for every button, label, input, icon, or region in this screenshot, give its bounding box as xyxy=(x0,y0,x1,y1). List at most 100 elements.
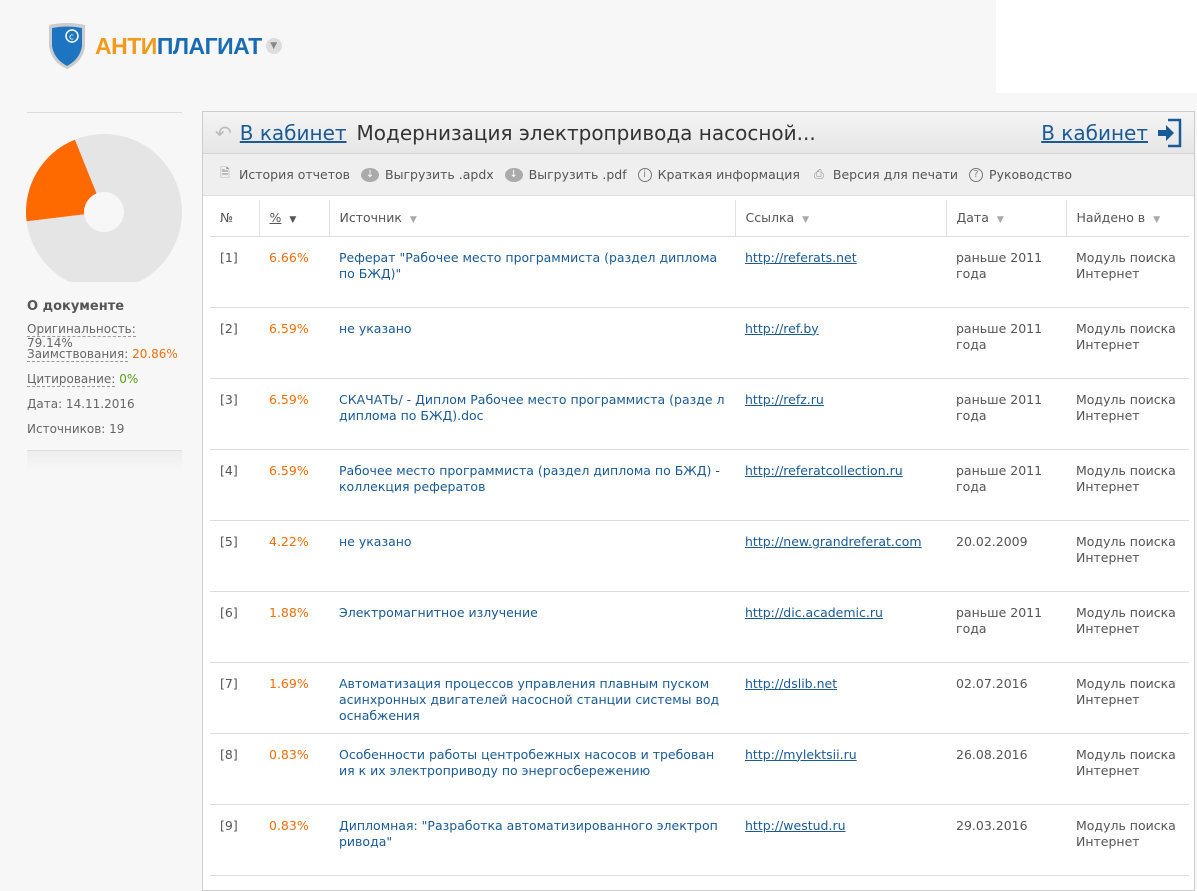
source-link[interactable]: http://new.grandreferat.com xyxy=(745,534,922,549)
row-link[interactable]: http://ref.by xyxy=(735,307,946,379)
row-percent: 6.59% xyxy=(259,449,329,521)
col-found-in[interactable]: Найдено в ▼ xyxy=(1066,200,1189,237)
row-link[interactable]: http://refz.ru xyxy=(735,378,946,450)
svg-text:c: c xyxy=(69,33,74,43)
shield-icon: c xyxy=(49,23,85,69)
summary-button[interactable]: i Краткая информация xyxy=(637,167,800,182)
sidebar-title: О документе xyxy=(27,299,125,314)
source-link[interactable]: http://dslib.net xyxy=(745,676,837,691)
blank-area xyxy=(996,0,1197,93)
row-found-in: Модуль поиска Интернет xyxy=(1066,662,1189,734)
row-date: раньше 2011 года xyxy=(946,307,1066,379)
document-icon: 🗎 xyxy=(220,166,230,180)
cabinet-link[interactable]: В кабинет xyxy=(1041,121,1148,145)
row-date: раньше 2011 года xyxy=(946,591,1066,663)
source-link[interactable]: http://refz.ru xyxy=(745,392,824,407)
row-number: [6] xyxy=(210,591,259,663)
row-source[interactable]: Рабочее место программиста (раздел дипло… xyxy=(329,449,735,521)
row-link[interactable]: http://referatcollection.ru xyxy=(735,449,946,521)
row-source[interactable]: Особенности работы центробежных насосов … xyxy=(329,733,735,805)
citation-label[interactable]: Цитирование: xyxy=(27,372,116,387)
row-link[interactable]: http://mylektsii.ru xyxy=(735,733,946,805)
row-percent: 6.66% xyxy=(259,236,329,308)
back-to-cabinet-link[interactable]: В кабинет xyxy=(240,121,347,145)
chevron-down-icon[interactable]: ▼ xyxy=(265,38,282,54)
sort-desc-icon: ▼ xyxy=(289,215,297,226)
row-number: [1] xyxy=(210,236,259,308)
row-source[interactable]: не указано xyxy=(329,520,735,592)
citation-value: 0% xyxy=(119,372,139,386)
back-arrow-icon[interactable]: ↶ xyxy=(215,121,232,145)
row-link[interactable]: http://referats.net xyxy=(735,236,946,308)
row-percent: 6.59% xyxy=(259,307,329,379)
cloud-download-icon: ↓ xyxy=(504,167,523,182)
row-source[interactable]: СКАЧАТЬ/ - Диплом Рабочее место программ… xyxy=(329,378,735,450)
sources-table: № % ▼ Источник ▼ Ссылка ▼ Дата ▼ Найдено в ▼ … xyxy=(210,200,1189,876)
col-date[interactable]: Дата ▼ xyxy=(946,200,1067,237)
row-source[interactable]: Дипломная: "Разработка автоматизированно… xyxy=(329,804,735,876)
col-source[interactable]: Источник ▼ xyxy=(329,200,736,237)
col-link[interactable]: Ссылка ▼ xyxy=(735,200,947,237)
sources-row: Источников: 19 xyxy=(27,422,125,436)
sort-icon: ▼ xyxy=(1153,215,1161,226)
row-source[interactable]: не указано xyxy=(329,307,735,379)
table-row[interactable]: [9] 0.83% Дипломная: "Разработка автоматиз… xyxy=(210,804,1189,876)
source-link[interactable]: http://dic.academic.ru xyxy=(745,605,883,620)
row-link[interactable]: http://dic.academic.ru xyxy=(735,591,946,663)
row-source[interactable]: Электромагнитное излучение xyxy=(329,591,735,663)
row-link[interactable]: http://westud.ru xyxy=(735,804,946,876)
citation-row: Цитирование: 0% xyxy=(27,372,182,388)
table-row[interactable]: [1] 6.66% Реферат "Рабочее место программи… xyxy=(210,236,1189,308)
row-percent: 1.69% xyxy=(259,662,329,734)
info-icon: i xyxy=(637,167,652,182)
row-found-in: Модуль поиска Интернет xyxy=(1066,591,1189,663)
row-source[interactable]: Реферат "Рабочее место программиста (раз… xyxy=(329,236,735,308)
guide-button[interactable]: ? Руководство xyxy=(969,167,1072,182)
col-percent[interactable]: % ▼ xyxy=(259,200,330,237)
table-row[interactable]: [3] 6.59% СКАЧАТЬ/ - Диплом Рабочее место … xyxy=(210,378,1189,450)
source-link[interactable]: http://ref.by xyxy=(745,321,819,336)
export-apdx-button[interactable]: ↓ Выгрузить .apdx xyxy=(361,167,494,182)
row-number: [3] xyxy=(210,378,259,450)
row-link[interactable]: http://new.grandreferat.com xyxy=(735,520,946,592)
row-percent: 4.22% xyxy=(259,520,329,592)
logo[interactable]: c АНТИПЛАГИАТ ▼ xyxy=(47,22,282,70)
history-button[interactable]: 🗎 История отчетов xyxy=(217,166,350,183)
row-date: раньше 2011 года xyxy=(946,449,1066,521)
originality-row: Оригинальность: 79.14% xyxy=(27,322,182,350)
document-title: Модернизация электропривода насосной... xyxy=(356,120,816,145)
export-pdf-button[interactable]: ↓ Выгрузить .pdf xyxy=(504,167,627,182)
source-link[interactable]: http://referatcollection.ru xyxy=(745,463,903,478)
row-percent: 6.59% xyxy=(259,378,329,450)
source-link[interactable]: http://westud.ru xyxy=(745,818,846,833)
originality-label[interactable]: Оригинальность: xyxy=(27,322,136,337)
logo-text: АНТИПЛАГИАТ xyxy=(95,32,262,59)
source-link[interactable]: http://referats.net xyxy=(745,250,857,265)
row-date: 29.03.2016 xyxy=(946,804,1066,876)
report-panel: ↶ В кабинет Модернизация электропривода … xyxy=(202,111,1195,891)
borrowing-label[interactable]: Заимствования: xyxy=(27,347,129,362)
row-link[interactable]: http://dslib.net xyxy=(735,662,946,734)
row-found-in: Модуль поиска Интернет xyxy=(1066,307,1189,379)
pie-chart xyxy=(25,134,182,282)
help-icon: ? xyxy=(969,167,984,182)
row-source[interactable]: Автоматизация процессов управления плавн… xyxy=(329,662,735,734)
row-found-in: Модуль поиска Интернет xyxy=(1066,236,1189,308)
row-date: 20.02.2009 xyxy=(946,520,1066,592)
table-row[interactable]: [6] 1.88% Электромагнитное излучение http:/… xyxy=(210,591,1189,663)
table-row[interactable]: [8] 0.83% Особенности работы центробежных … xyxy=(210,733,1189,805)
row-found-in: Модуль поиска Интернет xyxy=(1066,804,1189,876)
table-row[interactable]: [4] 6.59% Рабочее место программиста (разд… xyxy=(210,449,1189,521)
cloud-download-icon: ↓ xyxy=(361,167,380,182)
toolbar: 🗎 История отчетов ↓ Выгрузить .apdx ↓ Выгру… xyxy=(203,154,1194,196)
table-row[interactable]: [2] 6.59% не указано http://ref.by раньше 20… xyxy=(210,307,1189,379)
row-number: [5] xyxy=(210,520,259,592)
table-row[interactable]: [7] 1.69% Автоматизация процессов управлен… xyxy=(210,662,1189,734)
row-date: 26.08.2016 xyxy=(946,733,1066,805)
source-link[interactable]: http://mylektsii.ru xyxy=(745,747,857,762)
sign-in-icon[interactable] xyxy=(1156,118,1182,148)
table-row[interactable]: [5] 4.22% не указано http://new.grandrefera… xyxy=(210,520,1189,592)
row-found-in: Модуль поиска Интернет xyxy=(1066,449,1189,521)
row-percent: 0.83% xyxy=(259,804,329,876)
print-version-button[interactable]: ⎙ Версия для печати xyxy=(811,167,958,183)
